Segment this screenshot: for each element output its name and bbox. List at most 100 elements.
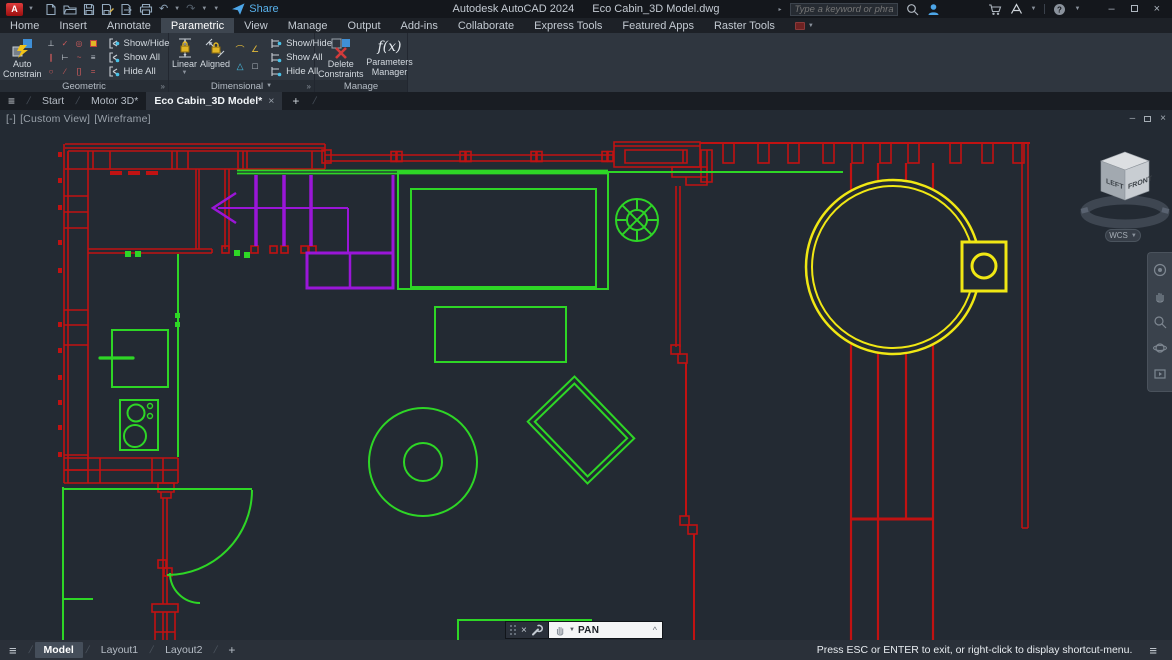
geometric-hide-all-button[interactable]: Hide All xyxy=(108,65,170,77)
app-menu-caret-icon[interactable]: ▼ xyxy=(28,6,34,12)
close-button[interactable]: × xyxy=(1150,4,1164,15)
bed-mattress[interactable] xyxy=(411,189,596,287)
model-tab[interactable]: Model xyxy=(35,642,83,658)
constraint-perpendicular-icon[interactable]: ⊥ xyxy=(45,37,58,50)
autodesk-menu-caret-icon[interactable]: ▼ xyxy=(1031,6,1037,12)
minimize-button[interactable]: – xyxy=(1104,4,1118,15)
tab-home[interactable]: Home xyxy=(0,18,49,33)
drawing-restore-icon[interactable] xyxy=(1144,116,1151,122)
constraint-coincident-icon[interactable]: ✓ xyxy=(59,37,72,50)
stove[interactable] xyxy=(120,400,158,450)
zoom-icon[interactable] xyxy=(1153,315,1167,329)
constraint-smooth-icon[interactable]: ~ xyxy=(73,51,86,64)
convert-constraint-icon[interactable]: △ xyxy=(233,58,247,74)
command-close-icon[interactable]: × xyxy=(521,625,527,636)
layout2-tab[interactable]: Layout2 xyxy=(156,642,211,658)
constraint-tangent-icon[interactable]: ○ xyxy=(45,65,58,78)
showmotion-icon[interactable] xyxy=(1153,367,1167,381)
visual-style-control[interactable]: [Wireframe] xyxy=(94,113,150,125)
save-as-icon[interactable] xyxy=(101,3,114,16)
tab-featured-apps[interactable]: Featured Apps xyxy=(612,18,704,33)
doc-tab-motor-3d[interactable]: Motor 3D* xyxy=(83,92,146,110)
restore-button[interactable] xyxy=(1127,4,1142,15)
constraint-collinear-icon[interactable]: ∕ xyxy=(59,65,72,78)
geometric-show-hide-button[interactable]: Show/Hide xyxy=(108,37,170,49)
auto-constrain-button[interactable]: Auto Constrain xyxy=(3,35,42,80)
redo-icon[interactable]: ↷ xyxy=(186,4,195,15)
command-input[interactable]: ▼ PAN ^ xyxy=(549,621,663,639)
geometric-panel-title[interactable]: Geometric » xyxy=(0,80,168,92)
lower-boundary[interactable] xyxy=(63,487,93,640)
autocad-app-menu-icon[interactable]: A xyxy=(6,3,23,16)
hot-tub[interactable] xyxy=(806,180,1006,354)
share-button[interactable]: Share xyxy=(232,3,278,15)
orbit-icon[interactable] xyxy=(1153,341,1167,355)
manage-panel-title[interactable]: Manage xyxy=(315,80,407,92)
ribbon-display-toggle[interactable]: ▼ xyxy=(795,22,814,30)
new-file-icon[interactable] xyxy=(45,3,57,16)
dimensional-expander-icon[interactable]: » xyxy=(307,82,311,91)
customize-wrench-icon[interactable] xyxy=(531,624,543,636)
file-tabs-menu-icon[interactable]: ≡ xyxy=(0,94,23,108)
close-tab-icon[interactable]: × xyxy=(268,95,274,107)
staircase[interactable] xyxy=(213,175,393,288)
tab-collaborate[interactable]: Collaborate xyxy=(448,18,524,33)
drawing-close-icon[interactable]: × xyxy=(1160,113,1166,124)
angular-constraint-icon[interactable]: ∠ xyxy=(248,41,262,57)
doc-tab-start[interactable]: Start xyxy=(34,92,72,110)
tab-view[interactable]: View xyxy=(234,18,278,33)
tab-express-tools[interactable]: Express Tools xyxy=(524,18,612,33)
tab-annotate[interactable]: Annotate xyxy=(97,18,161,33)
constraint-equal-icon[interactable]: [] xyxy=(73,65,86,78)
undo-caret-icon[interactable]: ▼ xyxy=(174,6,180,12)
constraint-vertical-icon[interactable]: ⊢ xyxy=(59,51,72,64)
tab-manage[interactable]: Manage xyxy=(278,18,338,33)
undo-icon[interactable]: ↶ xyxy=(159,4,168,15)
constraint-fix-icon[interactable] xyxy=(87,37,100,50)
save-icon[interactable] xyxy=(83,3,95,16)
geometric-expander-icon[interactable]: » xyxy=(161,82,165,91)
search-collapse-icon[interactable]: ▸ xyxy=(779,6,782,13)
grip-dots-icon[interactable] xyxy=(510,625,517,636)
tab-add-ins[interactable]: Add-ins xyxy=(391,18,448,33)
delete-constraints-button[interactable]: Delete Constraints xyxy=(318,35,364,80)
drawing-canvas[interactable]: [-] [Custom View] [Wireframe] – × LEFT F… xyxy=(0,110,1172,640)
sign-in-user-icon[interactable] xyxy=(927,3,940,16)
app-store-cart-icon[interactable] xyxy=(988,3,1002,16)
fridge[interactable] xyxy=(100,330,168,387)
command-bar-grip[interactable]: × xyxy=(505,621,549,639)
viewcube-compass-ring[interactable] xyxy=(1085,200,1165,224)
walls[interactable] xyxy=(58,142,1030,640)
parameters-manager-button[interactable]: f(x) Parameters Manager xyxy=(367,35,413,80)
export-icon[interactable] xyxy=(120,3,133,16)
command-options-caret-icon[interactable]: ▼ xyxy=(569,627,575,633)
dim-form-icon[interactable]: □ xyxy=(248,58,262,74)
layout1-tab[interactable]: Layout1 xyxy=(92,642,147,658)
drawing-minimize-icon[interactable]: – xyxy=(1130,113,1136,124)
dimensional-panel-title[interactable]: Dimensional▼ » xyxy=(169,80,314,92)
status-customize-icon[interactable]: ≡ xyxy=(1140,643,1166,658)
constraint-concentric-icon[interactable]: ◎ xyxy=(73,37,86,50)
constraint-horizontal-icon[interactable]: = xyxy=(87,65,100,78)
rotated-rug[interactable] xyxy=(528,376,634,483)
tab-insert[interactable]: Insert xyxy=(49,18,97,33)
radial-constraint-icon[interactable]: ⌒ xyxy=(233,41,247,57)
search-icon[interactable] xyxy=(906,3,919,16)
tab-output[interactable]: Output xyxy=(338,18,391,33)
autodesk-logo-icon[interactable] xyxy=(1010,3,1023,15)
qat-customize-caret-icon[interactable]: ▼ xyxy=(213,6,219,12)
furniture[interactable] xyxy=(63,171,843,641)
help-caret-icon[interactable]: ▼ xyxy=(1074,6,1080,12)
doc-tab-eco-cabin[interactable]: Eco Cabin_3D Model* × xyxy=(146,92,282,110)
recent-commands-icon[interactable]: ^ xyxy=(653,625,657,635)
redo-caret-icon[interactable]: ▼ xyxy=(201,6,207,12)
new-drawing-tab-button[interactable]: + xyxy=(282,94,309,108)
pan-icon[interactable] xyxy=(1153,289,1167,303)
geometric-show-all-button[interactable]: Show All xyxy=(108,51,170,63)
constraint-symmetric-icon[interactable]: ≡ xyxy=(87,51,100,64)
hot-tub-step[interactable] xyxy=(962,242,1006,291)
help-icon[interactable]: ? xyxy=(1053,3,1066,16)
view-control[interactable]: [Custom View] xyxy=(20,113,90,125)
open-file-icon[interactable] xyxy=(63,3,77,16)
constraint-parallel-icon[interactable]: ∥ xyxy=(45,51,58,64)
